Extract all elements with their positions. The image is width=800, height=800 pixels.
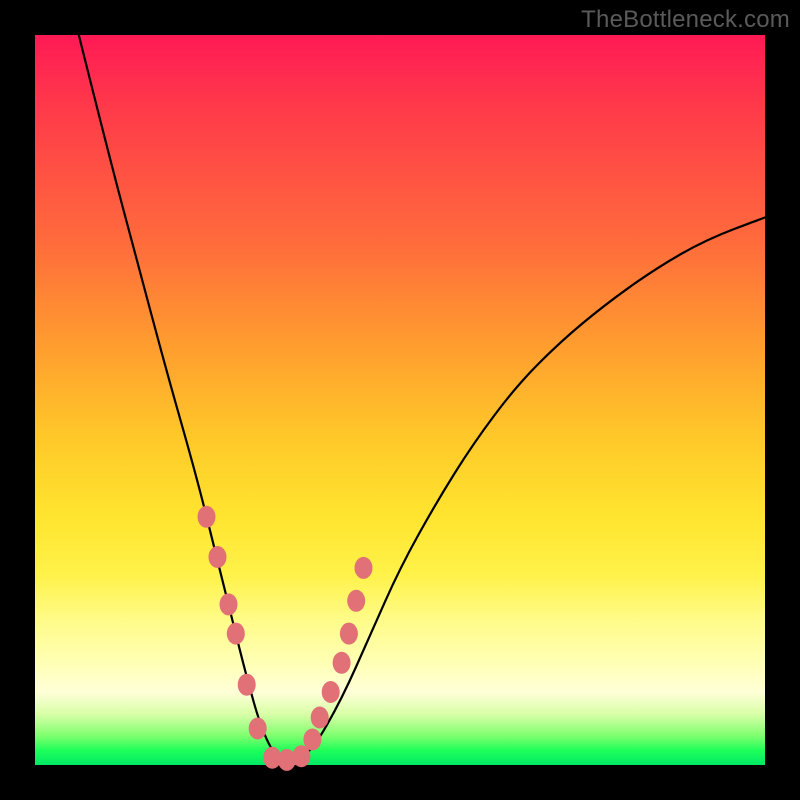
highlight-dot bbox=[355, 557, 373, 579]
bottleneck-curve bbox=[79, 35, 765, 763]
highlight-dot bbox=[249, 718, 267, 740]
curve-layer bbox=[35, 35, 765, 765]
chart-frame: TheBottleneck.com bbox=[0, 0, 800, 800]
highlight-dots-group bbox=[198, 506, 373, 771]
watermark-text: TheBottleneck.com bbox=[581, 6, 790, 34]
highlight-dot bbox=[347, 590, 365, 612]
plot-area bbox=[35, 35, 765, 765]
highlight-dot bbox=[198, 506, 216, 528]
highlight-dot bbox=[209, 546, 227, 568]
highlight-dot bbox=[303, 729, 321, 751]
highlight-dot bbox=[227, 623, 245, 645]
highlight-dot bbox=[311, 707, 329, 729]
highlight-dot bbox=[238, 674, 256, 696]
highlight-dot bbox=[340, 623, 358, 645]
highlight-dot bbox=[333, 652, 351, 674]
highlight-dot bbox=[220, 593, 238, 615]
highlight-dot bbox=[322, 681, 340, 703]
